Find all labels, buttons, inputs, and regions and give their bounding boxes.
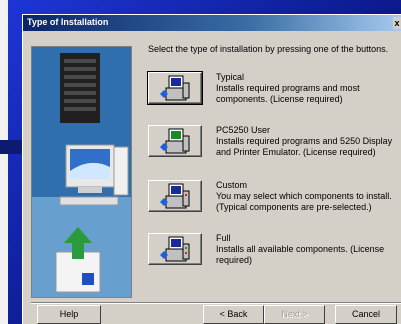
next-button[interactable]: Next > [264,305,325,324]
side-illustration [31,46,132,298]
pc5250-user-button[interactable] [148,125,202,157]
option-title: Full [216,233,231,243]
computers-illustration [32,47,131,297]
close-button[interactable]: x [393,17,401,29]
pc5250-user-option: PC5250 User Installs required programs a… [216,125,401,158]
cancel-button[interactable]: Cancel [335,305,397,324]
option-description: Installs all available components. (Lice… [216,244,385,265]
back-button[interactable]: < Back [203,305,264,324]
option-description: Installs required programs and 5250 Disp… [216,136,393,157]
custom-option: Custom You may select which components t… [216,180,401,213]
typical-option: Typical Installs required programs and m… [216,72,401,105]
typical-button[interactable] [147,71,203,105]
full-option: Full Installs all available components. … [216,233,401,266]
terminal-setup-icon [160,128,190,154]
help-button[interactable]: Help [37,305,101,324]
option-title: PC5250 User [216,125,271,135]
title-bar: Type of Installation x [23,15,401,31]
instructions-text: Select the type of installation by press… [148,44,389,54]
full-button[interactable] [148,233,202,265]
desktop-band [0,140,24,154]
option-title: Custom [216,180,248,190]
option-description: You may select which components to insta… [216,191,392,212]
separator [31,302,401,304]
option-title: Typical [216,72,245,82]
desktop-edge [0,0,8,324]
computer-setup-icon [160,75,190,101]
installation-dialog: Type of Installation x Select the type o… [22,14,401,324]
option-description: Installs required programs and most comp… [216,83,360,104]
custom-button[interactable] [148,180,202,212]
custom-setup-icon [160,183,190,209]
window-title: Type of Installation [27,17,109,27]
full-setup-icon [160,236,190,262]
